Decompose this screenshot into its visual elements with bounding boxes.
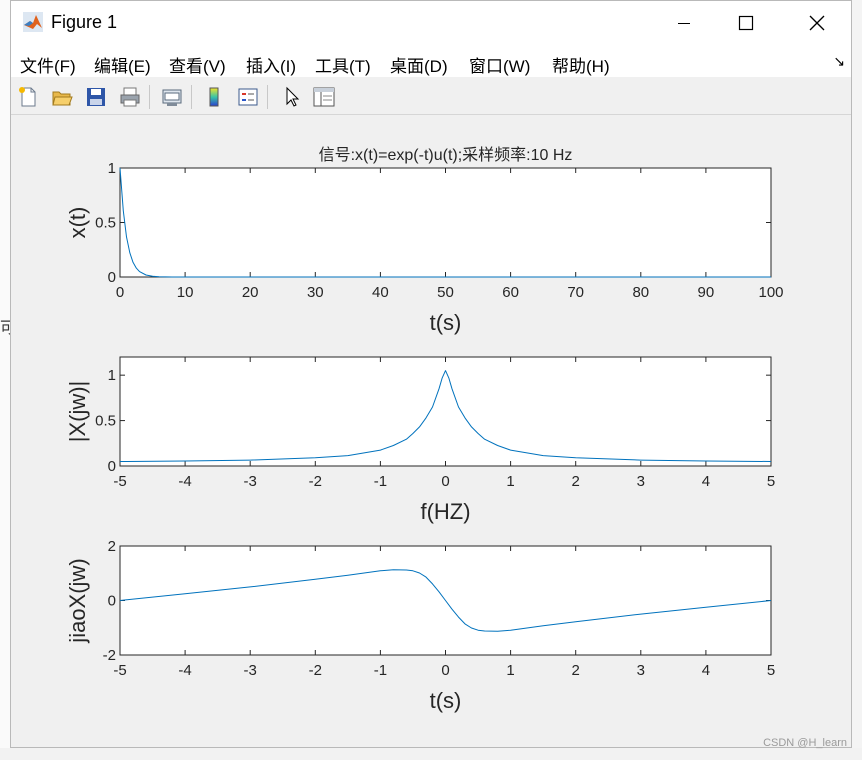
x-tick-label: 50 bbox=[437, 284, 454, 301]
x-tick-label: 0 bbox=[116, 284, 124, 301]
figure-canvas[interactable]: 0 10 20 30 40 50 60 70 80 90 10000.51t(s)x(t)信号:x(… bbox=[11, 1, 851, 747]
y-tick-label: 0 bbox=[108, 593, 116, 610]
x-tick-label: 1 bbox=[506, 662, 514, 679]
x-tick-label: -1 bbox=[374, 473, 387, 490]
y-tick-label: 0.5 bbox=[95, 215, 116, 232]
x-axis-label: t(s) bbox=[430, 310, 462, 335]
x-tick-label: -1 bbox=[374, 662, 387, 679]
y-tick-label: 0 bbox=[108, 269, 116, 286]
x-tick-label: -4 bbox=[178, 473, 191, 490]
axes-title: 信号:x(t)=exp(-t)u(t);采样频率:10 Hz bbox=[319, 146, 573, 164]
x-tick-label: 90 bbox=[698, 284, 715, 301]
x-tick-label: -4 bbox=[178, 662, 191, 679]
x-tick-label: 4 bbox=[702, 662, 710, 679]
x-tick-label: 3 bbox=[637, 473, 645, 490]
x-tick-label: -5 bbox=[113, 473, 126, 490]
axes-box bbox=[119, 356, 772, 467]
x-tick-label: 100 bbox=[758, 284, 783, 301]
x-tick-label: 70 bbox=[567, 284, 584, 301]
x-tick-label: 1 bbox=[506, 473, 514, 490]
x-tick-label: -2 bbox=[309, 662, 322, 679]
y-tick-label: 0 bbox=[108, 458, 116, 475]
x-tick-label: -3 bbox=[244, 473, 257, 490]
x-tick-label: 2 bbox=[572, 473, 580, 490]
watermark-text: CSDN @H_learn bbox=[763, 737, 847, 749]
x-tick-label: -2 bbox=[309, 473, 322, 490]
x-tick-label: 5 bbox=[767, 662, 775, 679]
subplot-3: -5 -4 -3 -2 -1 0 1 2 3 4 5 -2 0 2 t(s) jiaoX(jw) bbox=[65, 538, 775, 713]
x-tick-label: 3 bbox=[637, 662, 645, 679]
x-tick-label: 20 bbox=[242, 284, 259, 301]
y-tick-label: 0.5 bbox=[95, 413, 116, 430]
y-axis-label: x(t) bbox=[65, 207, 90, 239]
x-tick-label: -5 bbox=[113, 662, 126, 679]
background-window-bottom bbox=[0, 748, 862, 760]
x-tick-label: 0 bbox=[441, 662, 449, 679]
x-tick-label: 60 bbox=[502, 284, 519, 301]
subplot-2: -5 -4 -3 -2 -1 0 1 2 3 4 5 0 0.5 1 f(HZ) |X(jw)| bbox=[65, 356, 775, 524]
x-tick-label: 40 bbox=[372, 284, 389, 301]
subplot-1: 0 10 20 30 40 50 60 70 80 90 100 0 0.5 1 t(s) x(t) 信号:x(… bbox=[65, 146, 784, 335]
x-tick-label: 2 bbox=[572, 662, 580, 679]
x-tick-label: 0 bbox=[441, 473, 449, 490]
background-window-right bbox=[852, 0, 862, 760]
figure-window: Figure 1 文件(F) 编辑(E) 查看(V) 插入(I) 工具(T) 桌… bbox=[10, 0, 852, 749]
x-axis-label: t(s) bbox=[430, 688, 462, 713]
y-tick-label: 1 bbox=[108, 160, 116, 177]
x-tick-label: -3 bbox=[244, 662, 257, 679]
y-tick-label: 2 bbox=[108, 538, 116, 555]
x-tick-label: 30 bbox=[307, 284, 324, 301]
axes-box bbox=[119, 167, 772, 278]
x-tick-label: 10 bbox=[177, 284, 194, 301]
background-window-left bbox=[0, 0, 10, 760]
y-tick-label: -2 bbox=[103, 647, 116, 664]
x-axis-label: f(HZ) bbox=[420, 499, 470, 524]
x-tick-label: 80 bbox=[632, 284, 649, 301]
y-axis-label: |X(jw)| bbox=[65, 381, 90, 443]
x-tick-label: 4 bbox=[702, 473, 710, 490]
y-tick-label: 1 bbox=[108, 367, 116, 384]
x-tick-label: 5 bbox=[767, 473, 775, 490]
y-axis-label: jiaoX(jw) bbox=[65, 558, 90, 643]
